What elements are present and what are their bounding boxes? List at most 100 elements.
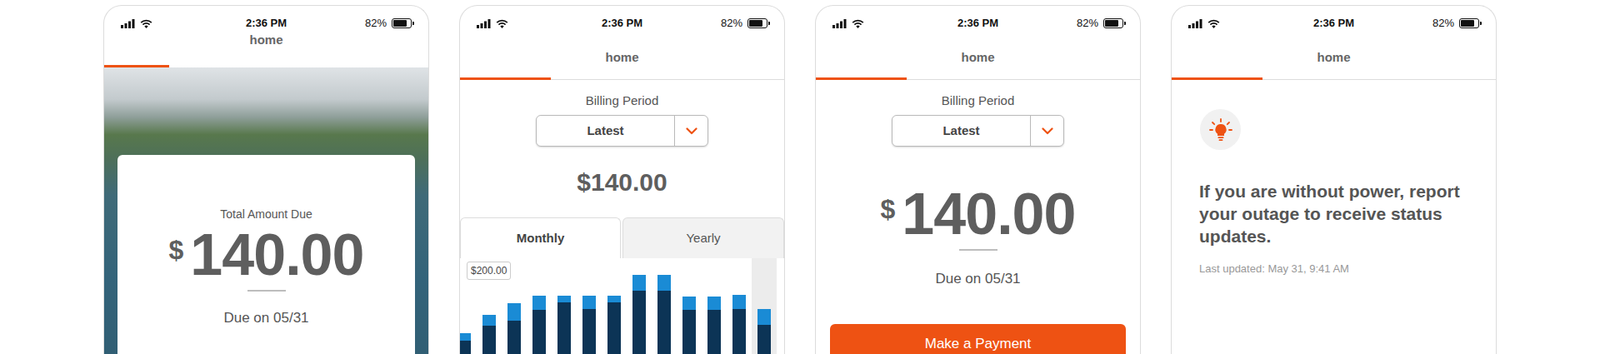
divider	[247, 290, 286, 292]
chart-bar	[657, 290, 671, 354]
phone-screen: 2:36 PM82%homeTotal Amount Due$140.00Due…	[103, 5, 430, 354]
status-center: 2:36 PM	[573, 15, 670, 31]
period-tab[interactable]: Yearly	[622, 217, 785, 259]
status-bar: 2:36 PM 82%	[815, 5, 1140, 31]
amount-value: 140.00	[901, 180, 1075, 248]
currency-symbol: $	[880, 194, 896, 225]
chart-bar	[707, 310, 721, 354]
chart-bar	[682, 310, 696, 354]
chart-bar	[732, 295, 746, 310]
billing-period: Billing Period Latest	[460, 80, 785, 147]
make-payment-button[interactable]: Make a Payment	[830, 324, 1126, 354]
progress-fill	[815, 77, 907, 80]
chart-bar	[607, 302, 621, 354]
lightbulb-icon	[1208, 117, 1234, 143]
status-center: 2:36 PM	[1285, 15, 1382, 31]
dropdown-toggle-button[interactable]	[674, 115, 708, 146]
status-bar: 2:36 PM 82%	[460, 5, 785, 31]
status-bar: 2:36 PM 82%	[1171, 5, 1496, 31]
battery-percent: 82%	[720, 15, 743, 31]
chart-column[interactable]	[576, 258, 602, 354]
amount-due: $140.00	[117, 221, 415, 289]
hero-photo: Total Amount Due$140.00Due on 05/31	[104, 67, 429, 354]
battery-icon	[1103, 18, 1124, 29]
clock: 2:36 PM	[601, 15, 643, 31]
billing-period-select[interactable]: Latest	[891, 115, 1065, 147]
currency-symbol: $	[169, 235, 185, 265]
billing-period-label: Billing Period	[460, 93, 785, 109]
status-right: 82%	[315, 15, 412, 31]
wifi-icon	[851, 19, 865, 29]
axis-label: $200.00	[466, 261, 511, 280]
chart-bar	[757, 309, 771, 325]
chart-bar	[459, 333, 471, 342]
screens-strip: 2:36 PM82%homeTotal Amount Due$140.00Due…	[0, 0, 1600, 354]
period-tabs: MonthlyYearly	[460, 217, 785, 259]
battery-percent: 82%	[1076, 15, 1099, 31]
chevron-down-icon	[1041, 127, 1054, 135]
status-left	[476, 19, 574, 29]
phone-screen: 2:36 PM 82%home Billing Period Latest $140.0…	[459, 5, 785, 354]
chart-column[interactable]	[651, 258, 677, 354]
clock: 2:36 PM	[1313, 15, 1355, 31]
chart-column[interactable]	[601, 258, 627, 354]
status-center: 2:36 PM	[217, 15, 315, 31]
status-center: 2:36 PM	[929, 15, 1026, 31]
chart-column[interactable]	[726, 258, 752, 354]
chart-column[interactable]	[526, 258, 552, 354]
chart-bar	[557, 302, 571, 354]
signal-icon	[1188, 19, 1203, 29]
status-right: 82%	[1382, 15, 1480, 31]
signal-icon	[832, 19, 847, 29]
last-updated: Last updated: May 31, 9:41 AM	[1199, 262, 1480, 276]
amount-value: 140.00	[190, 221, 364, 289]
status-left	[832, 19, 930, 29]
battery-fill	[1105, 20, 1119, 27]
chart-bar	[682, 296, 696, 310]
chart-column[interactable]	[676, 258, 702, 354]
battery-icon	[391, 18, 412, 29]
battery-fill	[749, 20, 763, 27]
usage-chart: $200.00	[460, 258, 785, 354]
chart-bar	[707, 296, 721, 310]
status-left	[120, 19, 218, 29]
status-right: 82%	[1026, 15, 1124, 31]
clock: 2:36 PM	[245, 15, 287, 31]
due-date: Due on 05/31	[117, 309, 415, 328]
amount-card: Total Amount Due$140.00Due on 05/31	[117, 155, 415, 354]
page-title: home	[460, 30, 785, 78]
battery-fill	[1460, 20, 1475, 27]
battery-percent: 82%	[365, 15, 387, 31]
progress-track	[460, 77, 785, 80]
status-bar: 2:36 PM 82%	[104, 5, 429, 31]
chart-bar	[632, 290, 646, 354]
amount-due: $140.00	[815, 180, 1140, 248]
billing-period-value: Latest	[536, 115, 675, 146]
wifi-icon	[140, 19, 153, 29]
chart-bar	[582, 309, 596, 354]
tip-badge	[1200, 109, 1241, 150]
progress-fill	[460, 77, 551, 80]
chevron-down-icon	[685, 127, 698, 135]
amount-label: Total Amount Due	[117, 206, 415, 222]
chart-column[interactable]	[751, 258, 777, 354]
chart-bar	[732, 309, 746, 354]
dropdown-toggle-button[interactable]	[1030, 115, 1064, 146]
chart-bar	[757, 325, 771, 354]
amount-value: $140.00	[460, 167, 785, 198]
battery-percent: 82%	[1432, 15, 1455, 31]
battery-icon	[747, 18, 768, 29]
chart-bar	[507, 320, 521, 354]
page-title: home	[104, 30, 429, 65]
chart-bar	[532, 295, 546, 310]
progress-fill	[1171, 77, 1263, 80]
period-tab[interactable]: Monthly	[460, 217, 621, 259]
chart-column[interactable]	[551, 258, 577, 354]
billing-period-select[interactable]: Latest	[535, 115, 709, 147]
chart-column[interactable]	[626, 258, 652, 354]
battery-icon	[1459, 18, 1480, 29]
status-left	[1188, 19, 1285, 29]
page-title: home	[1171, 30, 1496, 78]
divider	[959, 249, 998, 251]
chart-column[interactable]	[701, 258, 727, 354]
